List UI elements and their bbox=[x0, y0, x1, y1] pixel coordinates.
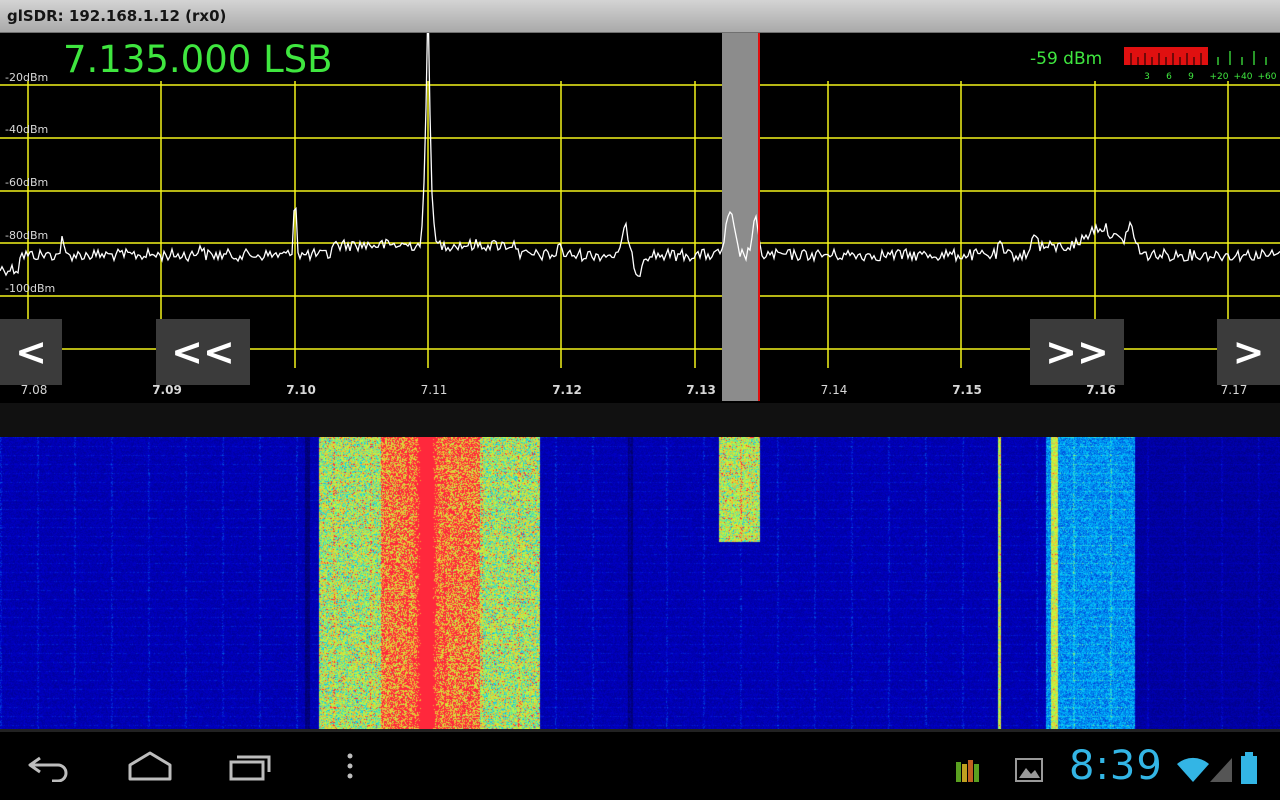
waterfall-canvas[interactable] bbox=[0, 437, 1280, 729]
signal-level-readout: -59 dBm bbox=[1030, 49, 1103, 69]
s-meter-label: 3 bbox=[1144, 72, 1150, 82]
s-meter: 3 6 9 +20 +40 +60 bbox=[1124, 47, 1277, 82]
freq-label: 7.08 bbox=[21, 383, 48, 397]
freq-label: 7.09 bbox=[152, 383, 182, 397]
recent-apps-icon[interactable] bbox=[227, 750, 275, 782]
system-navigation-bar: 8:39 bbox=[0, 729, 1280, 800]
status-clock: 8:39 bbox=[1069, 743, 1163, 789]
window-title-bar: glSDR: 192.168.1.12 (rx0) bbox=[0, 0, 1280, 33]
tune-step-right-button[interactable]: > bbox=[1217, 319, 1280, 385]
s-meter-label: +20 bbox=[1210, 72, 1229, 82]
freq-label: 7.14 bbox=[821, 383, 848, 397]
waterfall-display[interactable] bbox=[0, 437, 1280, 729]
battery-icon bbox=[1241, 752, 1257, 784]
s-meter-label: +40 bbox=[1234, 72, 1253, 82]
freq-label: 7.12 bbox=[552, 383, 582, 397]
back-arrow-icon[interactable] bbox=[26, 750, 74, 782]
db-label: -60dBm bbox=[5, 176, 48, 189]
s-meter-label: 9 bbox=[1188, 72, 1194, 82]
window-title: glSDR: 192.168.1.12 (rx0) bbox=[7, 7, 227, 25]
wifi-icon bbox=[1177, 757, 1209, 782]
tune-fast-right-button[interactable]: >> bbox=[1030, 319, 1124, 385]
cell-signal-icon bbox=[1210, 758, 1232, 782]
s-meter-label: +60 bbox=[1258, 72, 1277, 82]
freq-label: 7.11 bbox=[421, 383, 448, 397]
db-label: -20dBm bbox=[5, 71, 48, 84]
overflow-menu-icon[interactable] bbox=[340, 750, 360, 782]
freq-label: 7.17 bbox=[1221, 383, 1248, 397]
image-icon[interactable] bbox=[1014, 756, 1044, 784]
tune-fast-left-button[interactable]: << bbox=[156, 319, 250, 385]
freq-label: 7.15 bbox=[952, 383, 982, 397]
freq-label: 7.13 bbox=[686, 383, 716, 397]
app-bars-icon[interactable] bbox=[954, 756, 982, 784]
db-label: -40dBm bbox=[5, 123, 48, 136]
frequency-readout[interactable]: 7.135.000 LSB bbox=[63, 38, 333, 81]
home-icon[interactable] bbox=[126, 750, 174, 782]
freq-label: 7.10 bbox=[286, 383, 316, 397]
spectrum-display[interactable]: -20dBm -40dBm -60dBm -80dBm -100dBm 7.08… bbox=[0, 33, 1280, 403]
spectrum-waterfall-divider bbox=[0, 403, 1280, 437]
db-label: -80dBm bbox=[5, 229, 48, 242]
tune-step-left-button[interactable]: < bbox=[0, 319, 62, 385]
db-label: -100dBm bbox=[5, 282, 55, 295]
s-meter-label: 6 bbox=[1166, 72, 1172, 82]
freq-label: 7.16 bbox=[1086, 383, 1116, 397]
horizontal-gridlines bbox=[0, 84, 1280, 350]
